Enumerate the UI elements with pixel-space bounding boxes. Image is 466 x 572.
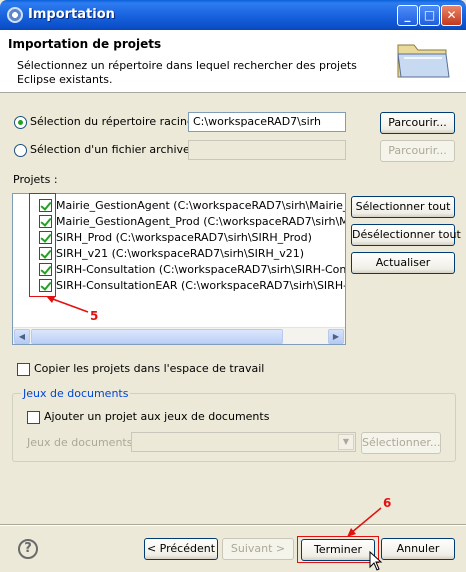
project-label: SIRH-ConsultationEAR (C:\workspaceRAD7\s… [56,279,346,292]
chevron-down-icon[interactable]: ▼ [338,434,354,450]
annotation-step-5: 5 [90,309,99,323]
next-button[interactable]: Suivant > [222,538,294,560]
project-label: Mairie_GestionAgent (C:\workspaceRAD7\si… [56,199,345,212]
cancel-button[interactable]: Annuler [381,538,455,560]
project-label: SIRH_Prod (C:\workspaceRAD7\sirh\SIRH_Pr… [56,231,312,244]
working-sets-group-title: Jeux de documents [21,387,131,400]
select-all-button[interactable]: Sélectionner tout [351,196,455,218]
horizontal-scrollbar[interactable]: ◀ ▶ [13,327,345,344]
help-icon[interactable]: ? [18,539,38,559]
refresh-button[interactable]: Actualiser [351,252,455,274]
archive-file-label: Sélection d'un fichier archive : [30,143,198,156]
annotation-highlight-checkboxes [29,193,56,297]
project-label: SIRH-Consultation (C:\workspaceRAD7\sirh… [56,263,346,276]
add-to-working-set-checkbox[interactable] [27,411,40,424]
working-sets-label: Jeux de documents : [27,436,140,449]
page-description: Sélectionnez un répertoire dans lequel r… [17,59,357,86]
projects-list[interactable]: Mairie_GestionAgent (C:\workspaceRAD7\si… [12,193,346,345]
footer-separator [0,524,466,526]
folder-icon [397,44,450,78]
annotation-highlight-finish [297,536,379,563]
project-label: Mairie_GestionAgent_Prod (C:\workspaceRA… [56,215,345,228]
previous-button[interactable]: < Précédent [144,538,218,560]
annotation-arrow-icon [347,507,382,537]
scroll-thumb[interactable] [31,329,283,344]
copy-projects-checkbox[interactable] [17,363,30,376]
copy-projects-label: Copier les projets dans l'espace de trav… [34,362,265,375]
deselect-all-button[interactable]: Désélectionner tout [351,224,461,246]
select-working-sets-button[interactable]: Sélectionner... [361,432,441,454]
window-title: Importation [28,7,115,22]
archive-file-field[interactable] [188,140,346,160]
maximize-button[interactable]: □ [419,5,440,26]
scroll-right-icon[interactable]: ▶ [328,329,344,344]
add-to-working-set-label: Ajouter un projet aux jeux de documents [44,410,270,423]
page-title: Importation de projets [8,37,162,51]
mouse-cursor-icon [369,551,383,571]
annotation-arrow-icon [46,296,89,313]
project-label: SIRH_v21 (C:\workspaceRAD7\sirh\SIRH_v21… [56,247,305,260]
scroll-left-icon[interactable]: ◀ [14,329,30,344]
working-sets-dropdown[interactable]: ▼ [131,432,356,452]
minimize-button[interactable]: _ [397,5,418,26]
browse-button[interactable]: Parcourir... [380,112,455,134]
root-directory-field[interactable]: C:\workspaceRAD7\sirh [188,112,346,132]
root-directory-label: Sélection du répertoire racine : [30,115,201,128]
archive-browse-button[interactable]: Parcourir... [380,140,455,162]
projects-label: Projets : [13,173,58,186]
archive-file-radio[interactable] [14,144,27,157]
annotation-step-6: 6 [383,496,392,510]
eclipse-icon [7,7,23,23]
root-directory-radio[interactable] [14,116,27,129]
close-button[interactable]: ✕ [441,5,462,26]
